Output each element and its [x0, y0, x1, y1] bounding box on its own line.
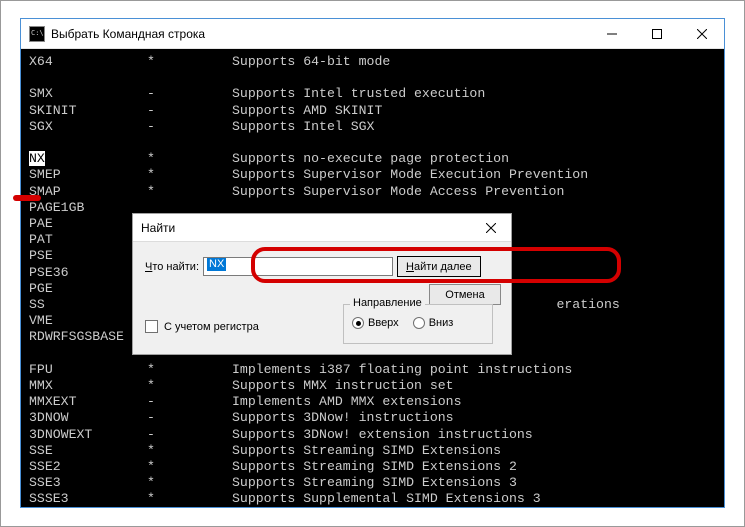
console-row: SMEP*Supports Supervisor Mode Execution …: [29, 167, 716, 183]
find-next-button[interactable]: Найти далее: [397, 256, 481, 277]
close-button[interactable]: [679, 19, 724, 48]
radio-down[interactable]: [413, 317, 425, 329]
cmd-icon: [29, 26, 45, 42]
annotation-arrow: [13, 195, 41, 201]
match-case-label: С учетом регистра: [164, 321, 259, 333]
console-row: SKINIT-Supports AMD SKINIT: [29, 103, 716, 119]
console-row: [29, 70, 716, 86]
cancel-button[interactable]: Отмена: [429, 284, 501, 305]
console-row: [29, 135, 716, 151]
find-dialog: Найти Что найти: NX Найти далее Отмена С…: [132, 213, 512, 355]
match-case-checkbox[interactable]: [145, 320, 158, 333]
console-row: 3DNOWEXT-Supports 3DNow! extension instr…: [29, 427, 716, 443]
console-row: SMX-Supports Intel trusted execution: [29, 86, 716, 102]
direction-up[interactable]: Вверх: [352, 317, 399, 329]
console-row: X64*Supports 64-bit mode: [29, 54, 716, 70]
console-row: SSSE3*Supports Supplemental SIMD Extensi…: [29, 491, 716, 507]
console-row: SMAP*Supports Supervisor Mode Access Pre…: [29, 184, 716, 200]
direction-legend: Направление: [350, 297, 425, 309]
console-row: MMXEXT-Implements AMD MMX extensions: [29, 394, 716, 410]
find-title-text: Найти: [141, 221, 175, 235]
console-row: SGX-Supports Intel SGX: [29, 119, 716, 135]
minimize-button[interactable]: [589, 19, 634, 48]
maximize-button[interactable]: [634, 19, 679, 48]
console-row: SSE*Supports Streaming SIMD Extensions: [29, 443, 716, 459]
find-what-label: Что найти:: [145, 261, 199, 273]
console-row: MMX*Supports MMX instruction set: [29, 378, 716, 394]
find-close-button[interactable]: [471, 214, 511, 241]
match-case-row[interactable]: С учетом регистра: [145, 320, 259, 333]
console-row: 3DNOW-Supports 3DNow! instructions: [29, 410, 716, 426]
direction-group: Направление Вверх Вниз: [343, 304, 493, 344]
find-titlebar[interactable]: Найти: [133, 214, 511, 242]
console-row: SSE3*Supports Streaming SIMD Extensions …: [29, 475, 716, 491]
console-row: FPU*Implements i387 floating point instr…: [29, 362, 716, 378]
titlebar[interactable]: Выбрать Командная строка: [21, 19, 724, 49]
find-input[interactable]: NX: [203, 257, 393, 276]
console-row: NX*Supports no-execute page protection: [29, 151, 716, 167]
direction-down[interactable]: Вниз: [413, 317, 454, 329]
radio-up[interactable]: [352, 317, 364, 329]
console-row: SSE2*Supports Streaming SIMD Extensions …: [29, 459, 716, 475]
window-title: Выбрать Командная строка: [51, 27, 589, 41]
